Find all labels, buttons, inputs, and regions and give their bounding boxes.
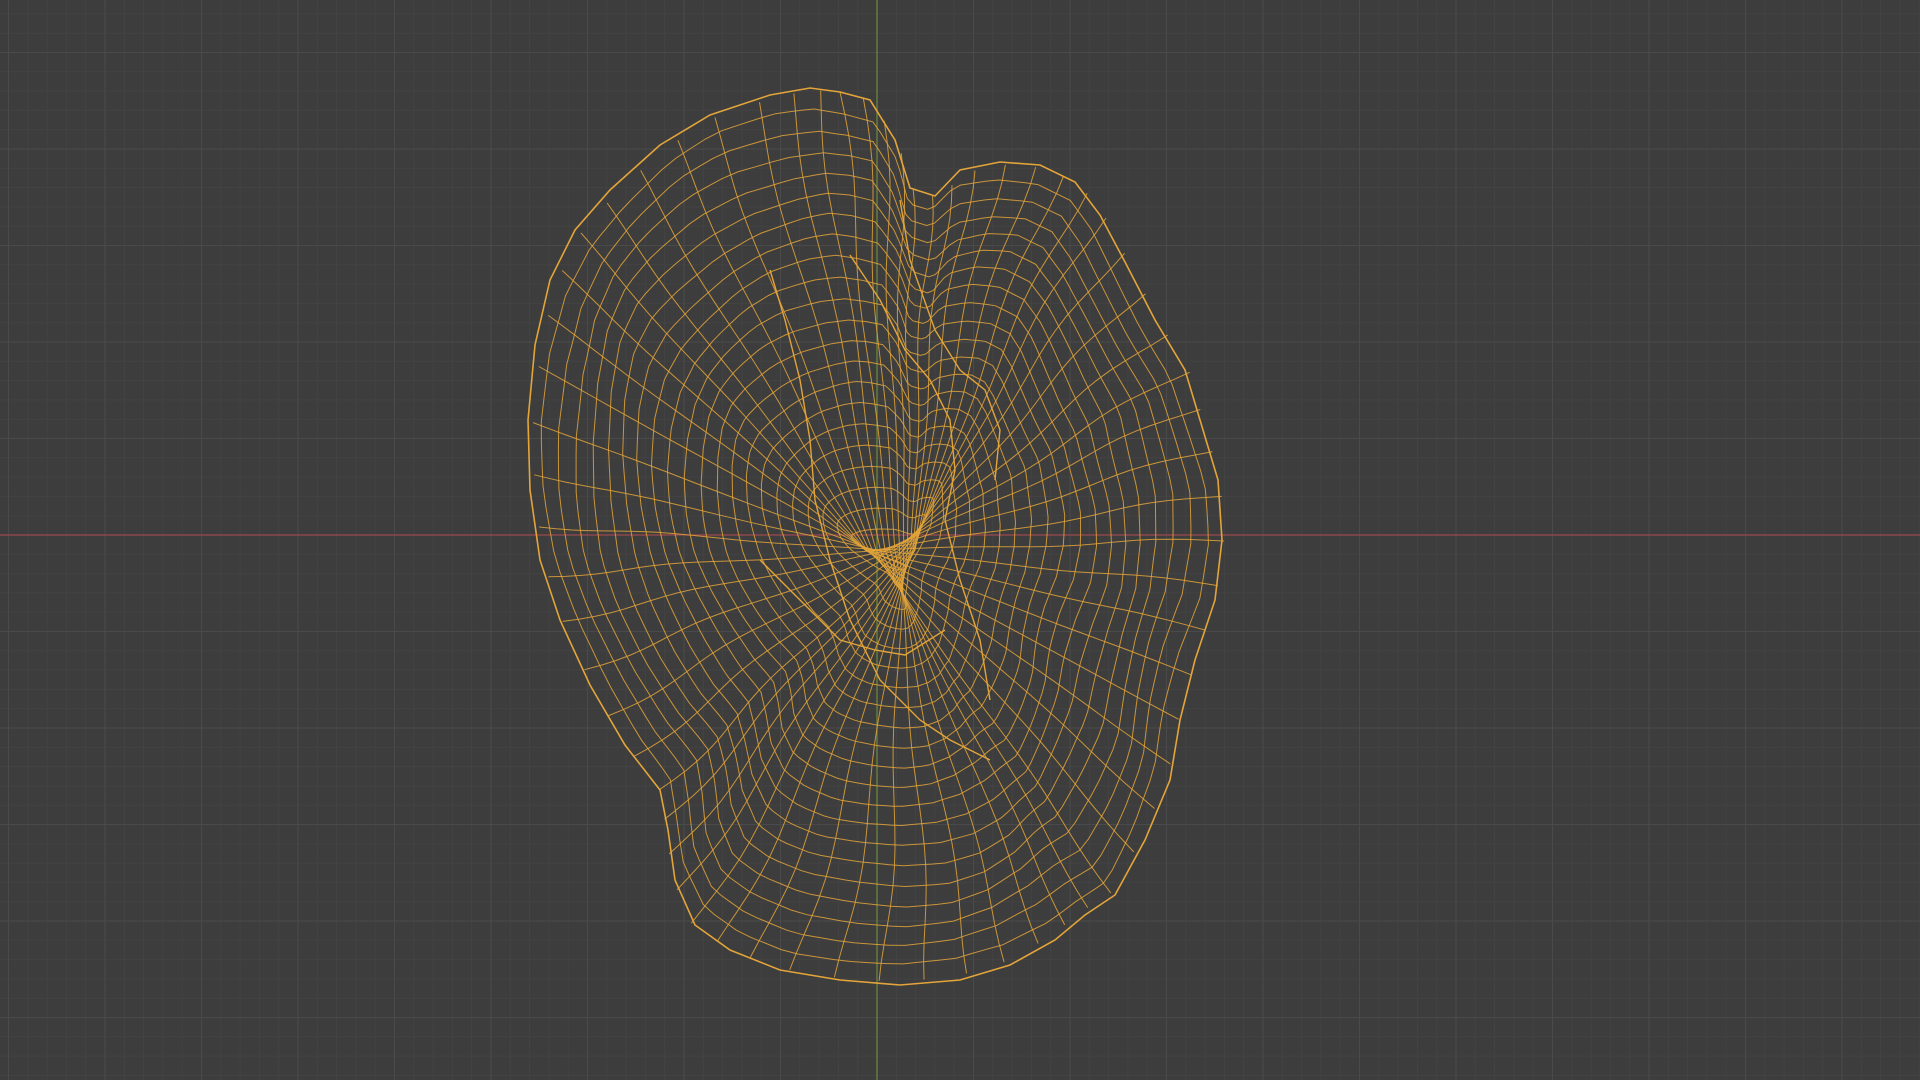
mesh-edge-loop (636, 233, 1113, 846)
mesh-edge-ring (878, 549, 905, 981)
mesh-edge-ring (789, 549, 912, 971)
mesh-edge-ring (714, 117, 873, 551)
mesh-edge-ring (914, 170, 976, 551)
viewport-canvas[interactable] (0, 0, 1920, 1080)
mesh-edge-ring (866, 549, 1206, 631)
mesh-edge-ring (872, 538, 1224, 551)
mesh-edge-rings (532, 90, 1224, 981)
wireframe-mesh-object[interactable] (527, 87, 1224, 986)
mesh-edge-ring (759, 102, 877, 551)
mesh-edge-ring (539, 526, 881, 551)
mesh-edge-ring (871, 549, 1112, 894)
mesh-edge-loop (607, 192, 1141, 888)
3d-viewport[interactable] (0, 0, 1920, 1080)
mesh-edge-loop (731, 360, 1017, 729)
mesh-edge-ring (864, 549, 1179, 720)
mesh-edge-ring (884, 549, 1039, 944)
mesh-edge-loop (745, 380, 1001, 709)
mesh-edge-ring (907, 217, 1107, 551)
mesh-edge-ring (561, 270, 866, 551)
mesh-edge-ring (865, 549, 1171, 765)
mesh-edge-ring (677, 140, 870, 551)
mesh-edge-loop (575, 152, 1174, 928)
